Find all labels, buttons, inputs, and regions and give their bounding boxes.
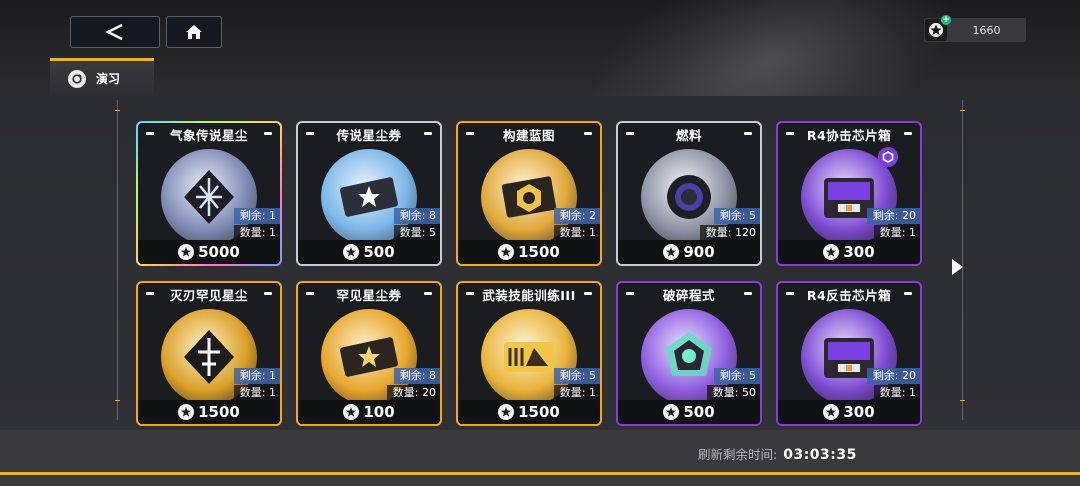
- item-price: 5000: [198, 243, 240, 261]
- currency-icon: [663, 404, 680, 420]
- fuel-icon: [667, 175, 711, 219]
- item-stock: 剩余: 5: [713, 208, 760, 224]
- shop-item-card[interactable]: 燃料 剩余: 5 数量: 120 900: [616, 121, 762, 266]
- item-title: 燃料: [675, 127, 702, 143]
- item-quantity: 数量: 120: [699, 225, 760, 241]
- tab-exercise[interactable]: 演习: [50, 58, 154, 96]
- refresh-label: 刷新剩余时间:: [698, 447, 778, 462]
- item-stock: 剩余: 5: [553, 368, 600, 384]
- item-price-bar: 1500: [458, 400, 600, 424]
- currency-display[interactable]: + 1660: [924, 15, 1026, 42]
- currency-icon: [663, 244, 680, 260]
- footer-bar: [0, 430, 1080, 486]
- home-button[interactable]: [166, 16, 222, 48]
- shop-item-card[interactable]: R4反击芯片箱 剩余: 20 数量: 1 300: [776, 281, 922, 426]
- item-title: R4反击芯片箱: [806, 287, 892, 303]
- item-stock: 剩余: 8: [393, 208, 440, 224]
- item-price-bar: 900: [618, 240, 760, 264]
- item-price-bar: 1500: [458, 240, 600, 264]
- shop-item-card[interactable]: R4协击芯片箱 剩余: 20 数量: 1 300: [776, 121, 922, 266]
- item-title: 罕见星尘券: [336, 287, 402, 303]
- currency-icon: [823, 244, 840, 260]
- item-quantity: 数量: 1: [873, 385, 920, 401]
- footer-accent-line: [0, 472, 1080, 475]
- home-icon: [186, 25, 202, 39]
- item-title: 传说星尘券: [336, 127, 402, 143]
- item-price-bar: 5000: [138, 240, 280, 264]
- skill-training-icon: [504, 342, 554, 372]
- ticket-rare-icon: [340, 337, 398, 377]
- item-title: 武装技能训练III: [482, 287, 576, 303]
- item-stock: 剩余: 5: [713, 368, 760, 384]
- shop-item-card[interactable]: 武装技能训练III 剩余: 5 数量: 1 1500: [456, 281, 602, 426]
- blueprint-icon: [501, 176, 557, 218]
- item-quantity: 数量: 20: [386, 385, 440, 401]
- item-price-bar: 300: [778, 240, 920, 264]
- shop-item-card[interactable]: 气象传说星尘 剩余: 1 数量: 1 5000: [136, 121, 282, 266]
- add-currency-icon[interactable]: +: [941, 15, 951, 25]
- currency-icon: [498, 404, 515, 420]
- top-banner: [0, 0, 1080, 96]
- currency-icon: [343, 244, 360, 260]
- item-price: 500: [683, 403, 715, 421]
- item-price-bar: 1500: [138, 400, 280, 424]
- item-stock: 剩余: 2: [553, 208, 600, 224]
- refresh-timer: 刷新剩余时间: 03:03:35: [698, 444, 857, 463]
- item-quantity: 数量: 1: [233, 385, 280, 401]
- item-title: 灭刃罕见星尘: [169, 287, 248, 303]
- left-rail: [115, 100, 120, 420]
- hexagon-badge-icon: [878, 147, 898, 167]
- item-stock: 剩余: 1: [233, 208, 280, 224]
- shop-item-card[interactable]: 传说星尘券 剩余: 8 数量: 5 500: [296, 121, 442, 266]
- shop-item-card[interactable]: 破碎程式 剩余: 5 数量: 50 500: [616, 281, 762, 426]
- item-stock: 剩余: 20: [866, 208, 920, 224]
- item-price-bar: 500: [298, 240, 440, 264]
- shop-grid: 气象传说星尘 剩余: 1 数量: 1 5000 传说星尘券 剩余: 8 数量: …: [136, 121, 922, 426]
- currency-icon: [343, 404, 360, 420]
- currency-icon: [178, 404, 195, 420]
- currency-value: 1660: [972, 23, 1001, 37]
- item-title: 气象传说星尘: [169, 127, 248, 143]
- item-title: 构建蓝图: [502, 127, 555, 143]
- item-quantity: 数量: 1: [553, 385, 600, 401]
- item-stock: 剩余: 20: [866, 368, 920, 384]
- back-arrow-icon: [105, 23, 123, 41]
- item-price-bar: 300: [778, 400, 920, 424]
- shop-item-card[interactable]: 罕见星尘券 剩余: 8 数量: 20 100: [296, 281, 442, 426]
- shop-item-card[interactable]: 构建蓝图 剩余: 2 数量: 1 1500: [456, 121, 602, 266]
- item-quantity: 数量: 1: [233, 225, 280, 241]
- item-price: 1500: [518, 403, 560, 421]
- currency-icon: [823, 404, 840, 420]
- item-quantity: 数量: 5: [393, 225, 440, 241]
- ticket-legendary-icon: [340, 177, 398, 217]
- item-price: 900: [683, 243, 715, 261]
- broken-program-icon: [666, 332, 712, 376]
- item-quantity: 数量: 1: [553, 225, 600, 241]
- item-price: 500: [363, 243, 395, 261]
- refresh-time: 03:03:35: [783, 447, 857, 463]
- item-price: 1500: [198, 403, 240, 421]
- item-quantity: 数量: 50: [706, 385, 760, 401]
- stardust-legendary-icon: [184, 170, 234, 224]
- back-button[interactable]: [70, 16, 160, 48]
- currency-icon: [178, 244, 195, 260]
- item-price: 1500: [518, 243, 560, 261]
- item-price-bar: 500: [618, 400, 760, 424]
- item-quantity: 数量: 1: [873, 225, 920, 241]
- item-stock: 剩余: 1: [233, 368, 280, 384]
- currency-icon: [498, 244, 515, 260]
- item-price: 300: [843, 243, 875, 261]
- item-stock: 剩余: 8: [393, 368, 440, 384]
- refresh-icon: [68, 69, 86, 88]
- item-price: 300: [843, 403, 875, 421]
- item-title: R4协击芯片箱: [806, 127, 892, 143]
- tab-label: 演习: [96, 72, 121, 86]
- stardust-rare-icon: [184, 330, 234, 384]
- shop-item-card[interactable]: 灭刃罕见星尘 剩余: 1 数量: 1 1500: [136, 281, 282, 426]
- item-price: 100: [363, 403, 395, 421]
- next-page-arrow-icon[interactable]: [950, 258, 964, 276]
- currency-icon: +: [925, 15, 951, 41]
- item-title: 破碎程式: [662, 287, 715, 303]
- item-price-bar: 100: [298, 400, 440, 424]
